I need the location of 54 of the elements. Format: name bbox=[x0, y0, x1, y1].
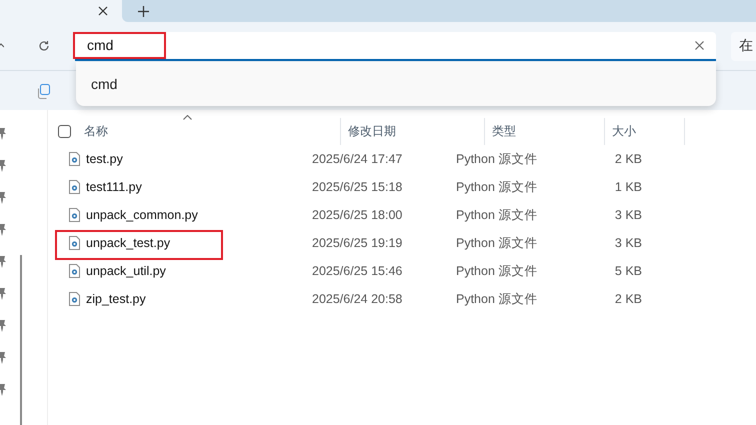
pin-icon[interactable] bbox=[0, 384, 7, 396]
type-cell-text: Python 源文件 bbox=[455, 150, 538, 168]
clear-icon[interactable] bbox=[695, 40, 704, 50]
pin-icon[interactable] bbox=[0, 352, 7, 364]
type-cell-text: Python 源文件 bbox=[455, 290, 538, 308]
pin-icon[interactable] bbox=[0, 256, 7, 268]
date-cell-text: 2025/6/25 18:00 bbox=[311, 208, 404, 222]
close-icon[interactable] bbox=[98, 6, 108, 16]
copy-icon[interactable] bbox=[36, 84, 51, 98]
plus-icon[interactable] bbox=[138, 6, 149, 16]
size-cell-text: 5 KB bbox=[614, 264, 642, 278]
pin-icon[interactable] bbox=[0, 288, 7, 300]
pin-icon[interactable] bbox=[0, 192, 7, 204]
size-cell-text: 3 KB bbox=[614, 236, 642, 250]
python-file-icon bbox=[69, 208, 80, 222]
size-cell-text: 3 KB bbox=[614, 208, 642, 222]
file-name-cell[interactable]: unpack_util.py bbox=[48, 264, 305, 278]
size-cell-text: 1 KB bbox=[614, 180, 642, 194]
file-name-cell[interactable]: test111.py bbox=[48, 180, 305, 194]
file-name-cell[interactable]: unpack_test.py bbox=[48, 236, 305, 250]
column-header[interactable]: 修改日期 bbox=[341, 118, 485, 145]
date-cell-text: 2025/6/25 15:46 bbox=[311, 264, 404, 278]
pin-icon[interactable] bbox=[0, 128, 7, 140]
pin-icon[interactable] bbox=[0, 224, 7, 236]
file-name-cell[interactable]: zip_test.py bbox=[48, 292, 305, 306]
column-header[interactable]: 大小 bbox=[605, 118, 685, 145]
suggestion-item[interactable]: cmd bbox=[76, 69, 716, 99]
python-file-icon bbox=[69, 236, 80, 250]
type-cell-text: Python 源文件 bbox=[455, 178, 538, 196]
pin-icon[interactable] bbox=[0, 320, 7, 332]
python-file-icon bbox=[69, 292, 80, 306]
date-cell-text: 2025/6/25 19:19 bbox=[311, 236, 404, 250]
date-cell-text: 2025/6/24 20:58 bbox=[311, 292, 404, 306]
python-file-icon bbox=[69, 180, 80, 194]
date-cell-text: 2025/6/25 15:18 bbox=[311, 180, 404, 194]
select-all-checkbox[interactable] bbox=[58, 125, 71, 138]
column-header[interactable]: 类型 bbox=[485, 118, 605, 145]
date-cell-text: 2025/6/24 17:47 bbox=[311, 152, 404, 166]
address-text: cmd bbox=[87, 37, 114, 53]
file-name-cell[interactable]: test.py bbox=[48, 152, 305, 166]
type-cell-text: Python 源文件 bbox=[455, 262, 538, 280]
search-field[interactable]: 在 bbox=[731, 32, 756, 60]
refresh-icon[interactable] bbox=[38, 40, 50, 52]
python-file-icon bbox=[69, 264, 80, 278]
pin-icon[interactable] bbox=[0, 160, 7, 172]
type-cell-text: Python 源文件 bbox=[455, 206, 538, 224]
size-cell-text: 2 KB bbox=[614, 292, 642, 306]
column-header[interactable]: 名称 bbox=[84, 118, 341, 145]
size-cell-text: 2 KB bbox=[614, 152, 642, 166]
file-name-cell[interactable]: unpack_common.py bbox=[48, 208, 305, 222]
python-file-icon bbox=[69, 152, 80, 166]
address-field[interactable]: cmd bbox=[75, 32, 716, 60]
scrollbar[interactable] bbox=[20, 255, 22, 425]
type-cell-text: Python 源文件 bbox=[455, 234, 538, 252]
